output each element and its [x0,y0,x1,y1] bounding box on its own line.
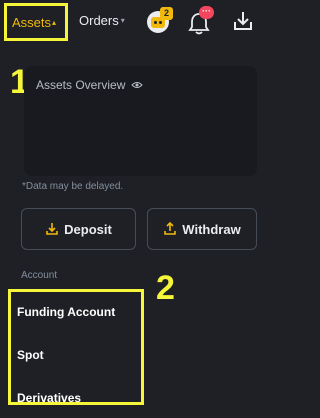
account-item-derivatives[interactable]: Derivatives [17,391,81,405]
assets-menu-page: Assets ▴ Orders ▾ 2 ··· 1 Assets Overvie… [0,0,273,418]
withdraw-icon [164,222,177,235]
nav-orders-label: Orders [79,13,119,28]
download-icon [234,12,252,30]
account-item-spot[interactable]: Spot [17,348,44,362]
account-list: Funding Account Spot Derivatives [8,289,144,405]
account-section-label: Account [21,270,58,281]
caret-up-icon: ▴ [52,17,57,27]
assets-overview-card[interactable]: Assets Overview [24,66,257,176]
nav-assets-label: Assets [12,14,52,30]
data-delayed-note: *Data may be delayed. [22,181,124,192]
top-nav: Assets ▴ Orders ▾ 2 ··· [0,0,273,44]
profile-button[interactable]: 2 [147,7,175,35]
deposit-button[interactable]: Deposit [21,208,136,250]
nav-assets-tab[interactable]: Assets ▴ [4,3,68,41]
withdraw-button[interactable]: Withdraw [147,208,257,250]
download-button[interactable] [232,10,254,32]
deposit-icon [46,223,58,235]
nav-orders-tab[interactable]: Orders ▾ [79,13,125,28]
account-item-funding[interactable]: Funding Account [17,305,115,319]
annotation-marker-2: 2 [156,269,175,307]
assets-overview-title: Assets Overview [36,78,126,92]
notifications-button[interactable]: ··· [188,6,216,35]
deposit-label: Deposit [64,221,112,237]
caret-down-icon: ▾ [120,16,125,25]
avatar-badge: 2 [160,7,173,20]
assets-overview-header: Assets Overview [36,78,144,92]
withdraw-label: Withdraw [182,221,241,237]
notification-badge: ··· [199,6,214,19]
eye-icon[interactable] [131,81,144,89]
